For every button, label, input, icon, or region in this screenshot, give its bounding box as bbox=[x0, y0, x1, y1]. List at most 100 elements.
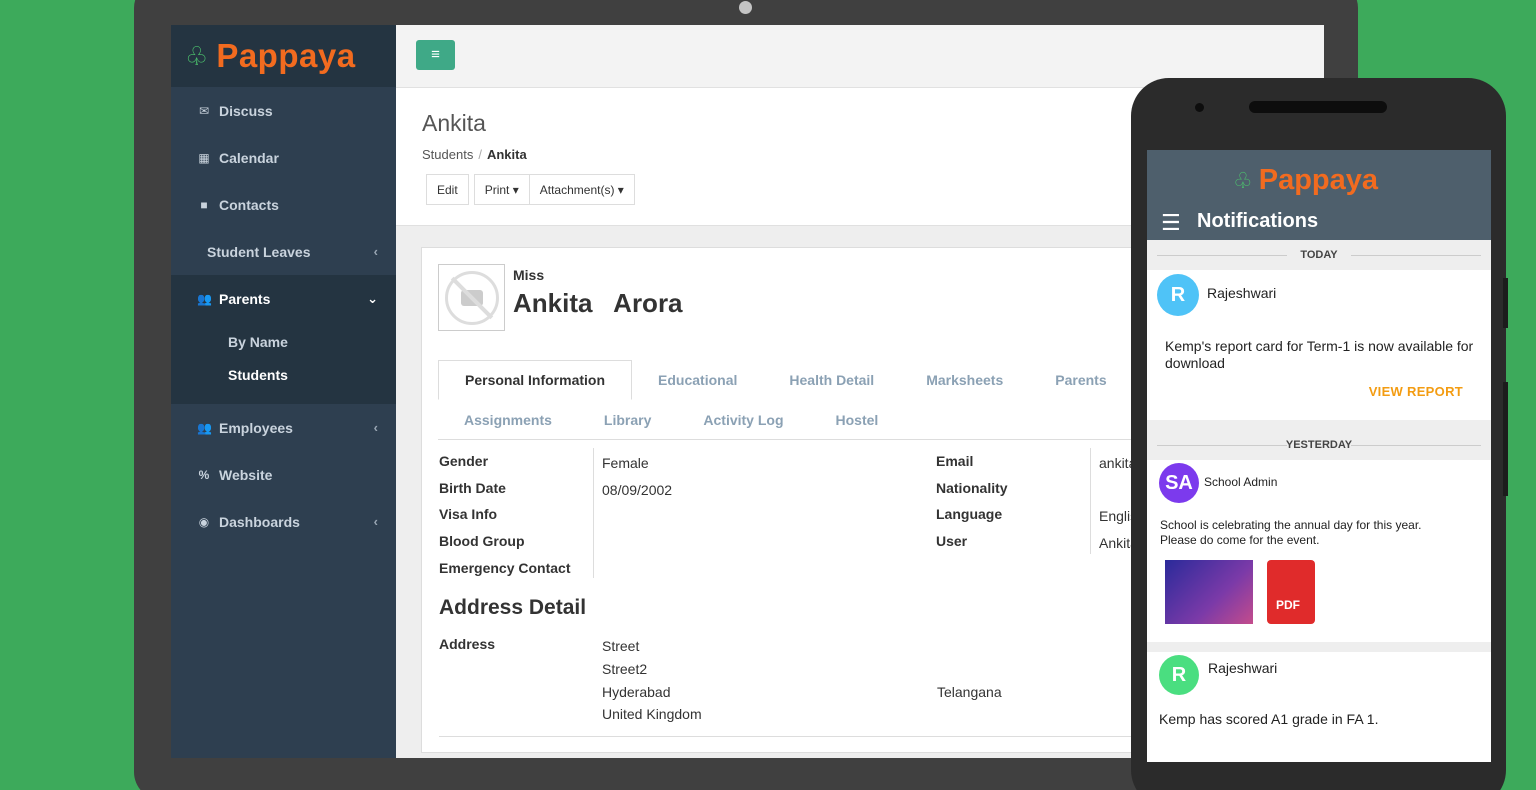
phone-logo: ♧ Pappaya bbox=[1233, 164, 1378, 197]
app-logo[interactable]: ♧ Pappaya bbox=[171, 25, 396, 87]
tabs-row-2: Assignments Library Activity Log Hostel bbox=[438, 400, 904, 440]
caret-down-icon: ▾ bbox=[617, 182, 624, 197]
tab-marksheets[interactable]: Marksheets bbox=[900, 360, 1029, 400]
sidebar-item-dashboards[interactable]: ◉ Dashboards ‹ bbox=[171, 498, 396, 545]
phone-screen-title: Notifications bbox=[1197, 210, 1319, 232]
notification-card[interactable]: R Rajeshwari Kemp has scored A1 grade in… bbox=[1147, 652, 1491, 762]
sidebar-item-label: Employees bbox=[219, 419, 293, 436]
dashboard-icon: ◉ bbox=[198, 514, 210, 529]
tab-health-detail[interactable]: Health Detail bbox=[763, 360, 900, 400]
edit-button-label: Edit bbox=[437, 182, 458, 197]
camera-icon bbox=[460, 289, 483, 306]
student-photo[interactable] bbox=[438, 264, 505, 331]
sidebar-item-website[interactable]: % Website bbox=[171, 451, 396, 498]
sender-avatar: R bbox=[1157, 274, 1199, 316]
nationality-label: Nationality bbox=[936, 480, 1008, 496]
visa-info-label: Visa Info bbox=[439, 506, 498, 522]
sidebar-item-label: Dashboards bbox=[219, 513, 300, 530]
sender-name: Rajeshwari bbox=[1207, 285, 1277, 301]
contact-card-icon: ■ bbox=[200, 197, 208, 212]
sidebar: ♧ Pappaya ✉ Discuss ▦ Calendar ■ Contact… bbox=[171, 25, 396, 758]
address-label: Address bbox=[439, 636, 496, 652]
notification-card[interactable]: R Rajeshwari Kemp's report card for Term… bbox=[1147, 270, 1491, 420]
street-value[interactable]: Street bbox=[602, 638, 639, 654]
users-icon: 👥 bbox=[197, 420, 212, 435]
menu-toggle-button[interactable]: ≡ bbox=[416, 40, 455, 70]
sidebar-item-label: Website bbox=[219, 466, 273, 483]
sidebar-submenu: By Name Students bbox=[171, 322, 396, 404]
field-separator bbox=[1090, 448, 1091, 554]
sidebar-item-discuss[interactable]: ✉ Discuss bbox=[171, 87, 396, 134]
gender-label: Gender bbox=[439, 453, 489, 469]
users-icon: 👥 bbox=[197, 291, 212, 306]
no-photo-icon bbox=[444, 270, 499, 325]
notification-card[interactable]: SA School Admin School is celebrating th… bbox=[1147, 460, 1491, 642]
chevron-down-icon: ⌄ bbox=[367, 290, 378, 306]
gender-value[interactable]: Female bbox=[602, 455, 649, 471]
card-gap bbox=[1147, 420, 1491, 430]
hamburger-icon: ≡ bbox=[431, 46, 440, 63]
event-image-thumbnail[interactable] bbox=[1165, 560, 1253, 624]
street2-value[interactable]: Street2 bbox=[602, 661, 647, 677]
state-value[interactable]: Telangana bbox=[937, 684, 1002, 700]
breadcrumb-students-link[interactable]: Students bbox=[422, 147, 473, 162]
city-value[interactable]: Hyderabad bbox=[602, 684, 671, 700]
attachments-dropdown[interactable]: Attachment(s) ▾ bbox=[529, 174, 635, 205]
email-label: Email bbox=[936, 453, 974, 469]
emergency-contact-label: Emergency Contact bbox=[439, 560, 571, 576]
sender-avatar: SA bbox=[1159, 463, 1199, 503]
tab-parents[interactable]: Parents bbox=[1029, 360, 1132, 400]
action-buttons: Edit Print ▾ Attachment(s) ▾ bbox=[426, 174, 635, 205]
tab-assignments[interactable]: Assignments bbox=[438, 400, 578, 440]
chevron-left-icon: ‹ bbox=[373, 420, 378, 435]
print-dropdown-label: Print bbox=[484, 182, 510, 197]
view-report-link[interactable]: VIEW REPORT bbox=[1369, 384, 1463, 399]
tab-personal-information[interactable]: Personal Information bbox=[438, 360, 633, 400]
student-name: Ankita Arora bbox=[513, 288, 683, 318]
sidebar-item-student-leaves[interactable]: Student Leaves ‹ bbox=[171, 228, 396, 275]
chevron-left-icon: ‹ bbox=[373, 514, 378, 529]
sidebar-item-parents[interactable]: 👥 Parents ⌄ bbox=[171, 275, 396, 322]
birth-date-value[interactable]: 08/09/2002 bbox=[602, 482, 672, 498]
phone-logo-text: Pappaya bbox=[1258, 164, 1379, 196]
laptop-camera bbox=[739, 1, 752, 14]
tab-hostel[interactable]: Hostel bbox=[810, 400, 905, 440]
pdf-label: PDF bbox=[1276, 598, 1300, 612]
chevron-left-icon: ‹ bbox=[373, 244, 378, 259]
country-value[interactable]: United Kingdom bbox=[602, 706, 702, 722]
phone-speaker bbox=[1249, 101, 1387, 113]
breadcrumb-separator: / bbox=[478, 147, 482, 162]
phone-side-button bbox=[1503, 278, 1508, 328]
sidebar-item-label: Discuss bbox=[219, 102, 273, 119]
user-label: User bbox=[936, 533, 968, 549]
edit-button[interactable]: Edit bbox=[426, 174, 469, 205]
sender-name: School Admin bbox=[1204, 475, 1278, 489]
birth-date-label: Birth Date bbox=[439, 480, 506, 496]
day-divider-yesterday: YESTERDAY bbox=[1147, 430, 1491, 460]
attachments-dropdown-label: Attachment(s) bbox=[539, 182, 615, 197]
pdf-file-icon[interactable]: PDF bbox=[1267, 560, 1315, 624]
tab-library[interactable]: Library bbox=[578, 400, 677, 440]
sidebar-item-label: Contacts bbox=[219, 196, 279, 213]
phone-screen: ♧ Pappaya ☰ Notifications TODAY R Rajesh… bbox=[1147, 150, 1491, 762]
sidebar-item-contacts[interactable]: ■ Contacts bbox=[171, 181, 396, 228]
breadcrumb: Students / Ankita bbox=[422, 147, 527, 162]
calendar-icon: ▦ bbox=[198, 150, 210, 165]
link-icon: % bbox=[198, 467, 210, 482]
sidebar-item-calendar[interactable]: ▦ Calendar bbox=[171, 134, 396, 181]
sidebar-subitem-students[interactable]: Students bbox=[171, 359, 396, 392]
day-divider-today: TODAY bbox=[1147, 240, 1491, 270]
phone-side-button bbox=[1503, 382, 1508, 496]
sender-name: Rajeshwari bbox=[1208, 660, 1278, 676]
breadcrumb-current: Ankita bbox=[486, 147, 527, 162]
card-gap bbox=[1147, 642, 1491, 652]
hamburger-icon[interactable]: ☰ bbox=[1161, 210, 1181, 236]
print-dropdown[interactable]: Print ▾ bbox=[473, 174, 530, 205]
salutation: Miss bbox=[513, 267, 545, 283]
tab-educational[interactable]: Educational bbox=[632, 360, 763, 400]
sidebar-item-employees[interactable]: 👥 Employees ‹ bbox=[171, 404, 396, 451]
leaf-logo-icon: ♧ bbox=[185, 41, 209, 71]
tab-activity-log[interactable]: Activity Log bbox=[677, 400, 809, 440]
leaf-logo-icon: ♧ bbox=[1233, 167, 1253, 193]
sidebar-subitem-by-name[interactable]: By Name bbox=[171, 326, 396, 359]
